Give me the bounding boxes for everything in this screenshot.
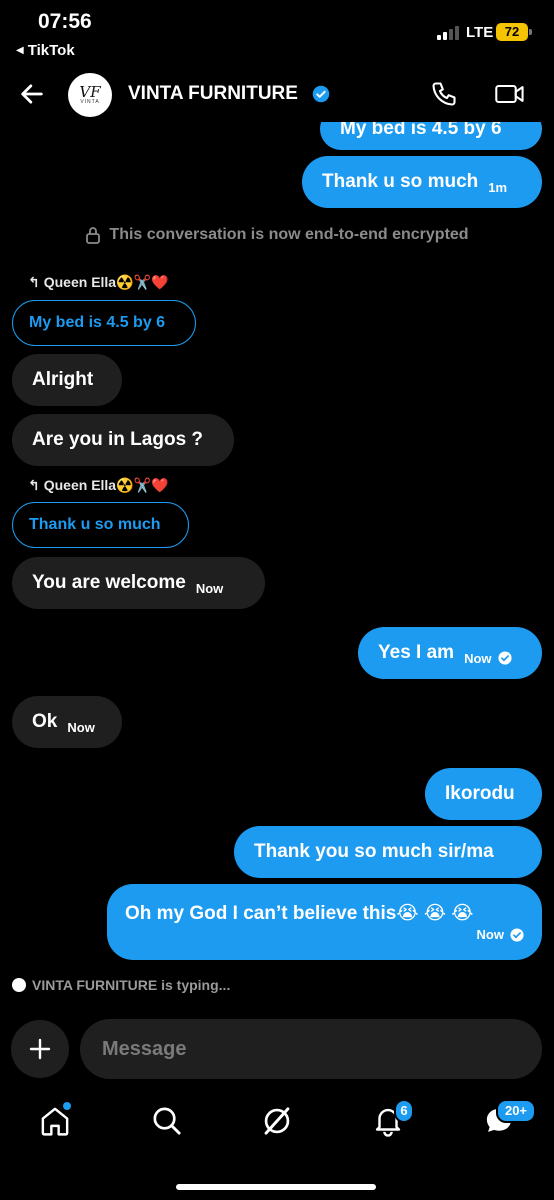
- contact-avatar[interactable]: VF VINTA: [68, 73, 112, 117]
- encryption-notice: This conversation is now end-to-end encr…: [0, 226, 554, 244]
- back-to-app-link[interactable]: ◀ TikTok: [16, 42, 75, 59]
- message-in-ok[interactable]: Ok Now: [12, 696, 122, 748]
- message-text: Thank you so much sir/ma: [254, 841, 494, 862]
- message-in-alright[interactable]: Alright: [12, 354, 122, 406]
- battery-icon: 72: [496, 23, 532, 41]
- reply-indicator: ↰ Queen Ella☢️✂️❤️: [28, 274, 168, 291]
- message-out-thanks[interactable]: Thank u so much 1m: [302, 156, 542, 208]
- message-time: 1m: [488, 179, 508, 195]
- phone-call-icon[interactable]: [430, 80, 458, 108]
- message-text: Thank u so much: [322, 171, 479, 192]
- message-text: Are you in Lagos ?: [32, 429, 204, 450]
- conversation-header: VF VINTA VINTA FURNITURE: [0, 66, 554, 122]
- verified-badge-icon: [312, 85, 330, 103]
- typing-text: VINTA FURNITURE is typing...: [32, 977, 231, 993]
- contact-name[interactable]: VINTA FURNITURE: [128, 83, 298, 105]
- back-app-label: TikTok: [27, 42, 75, 59]
- back-arrow-small-icon: ◀: [16, 45, 24, 56]
- back-arrow-icon[interactable]: [18, 80, 46, 108]
- avatar-label: VINTA: [80, 99, 100, 105]
- message-text: Ok: [32, 711, 58, 732]
- message-out-ikorodu[interactable]: Ikorodu: [425, 768, 542, 820]
- signal-icon: [437, 26, 459, 40]
- notifications-badge: 6: [394, 1099, 414, 1123]
- message-time: Now: [476, 927, 504, 942]
- quoted-message[interactable]: Thank u so much: [12, 502, 189, 548]
- quoted-text: My bed is 4.5 by 6: [29, 314, 166, 331]
- message-out-thanks-sir[interactable]: Thank you so much sir/ma: [234, 826, 542, 878]
- messages-badge: 20+: [496, 1099, 536, 1123]
- quoted-message[interactable]: My bed is 4.5 by 6: [12, 300, 196, 346]
- message-out-yes[interactable]: Yes I am Now: [358, 627, 542, 679]
- quoted-text: Thank u so much: [29, 516, 161, 533]
- message-list[interactable]: My bed is 4.5 by 6 Thank u so much 1m Th…: [0, 122, 554, 1010]
- message-text: Alright: [32, 369, 94, 390]
- message-time: Now: [195, 580, 224, 596]
- message-in-lagos[interactable]: Are you in Lagos ?: [12, 414, 234, 466]
- message-text: My bed is 4.5 by 6: [340, 122, 502, 139]
- message-out-omg[interactable]: Oh my God I can’t believe this😭 😭 😭 Now: [107, 884, 542, 960]
- message-out-partial[interactable]: My bed is 4.5 by 6: [320, 122, 542, 150]
- reply-label-text: Queen Ella☢️✂️❤️: [43, 274, 169, 290]
- read-check-icon: [497, 651, 512, 665]
- plus-icon: [29, 1038, 51, 1060]
- typing-indicator: VINTA FURNITURE is typing...: [12, 977, 230, 993]
- add-attachment-button[interactable]: [11, 1020, 69, 1078]
- message-input[interactable]: [80, 1019, 542, 1079]
- status-bar: 07:56 ◀ TikTok LTE 72: [0, 0, 554, 64]
- read-check-icon: [510, 927, 524, 942]
- message-meta: Now: [467, 925, 524, 942]
- message-time: Now: [464, 650, 492, 666]
- typing-avatar-icon: [12, 978, 26, 992]
- message-text: You are welcome: [32, 572, 186, 593]
- home-indicator: [176, 1184, 376, 1190]
- message-time: Now: [67, 719, 95, 735]
- status-time: 07:56: [38, 10, 92, 33]
- encryption-text: This conversation is now end-to-end encr…: [109, 226, 469, 243]
- reply-arrow-icon: ↰: [28, 274, 40, 290]
- grok-icon[interactable]: [260, 1104, 294, 1138]
- video-call-icon[interactable]: [494, 80, 526, 108]
- search-icon[interactable]: [150, 1104, 184, 1138]
- lock-icon: [86, 227, 101, 244]
- reply-label-text: Queen Ella☢️✂️❤️: [43, 477, 169, 493]
- message-text: Ikorodu: [445, 783, 515, 804]
- message-text: Yes I am: [378, 642, 455, 663]
- vinta-logo-icon: VF: [79, 83, 101, 101]
- reply-arrow-icon: ↰: [28, 477, 40, 493]
- message-in-welcome[interactable]: You are welcome Now: [12, 557, 265, 609]
- network-label: LTE: [466, 24, 494, 41]
- reply-indicator: ↰ Queen Ella☢️✂️❤️: [28, 477, 168, 494]
- bottom-nav: 6 20+: [0, 1096, 554, 1156]
- message-text: Oh my God I can’t believe this😭 😭 😭: [125, 903, 474, 924]
- home-notification-dot: [63, 1102, 71, 1110]
